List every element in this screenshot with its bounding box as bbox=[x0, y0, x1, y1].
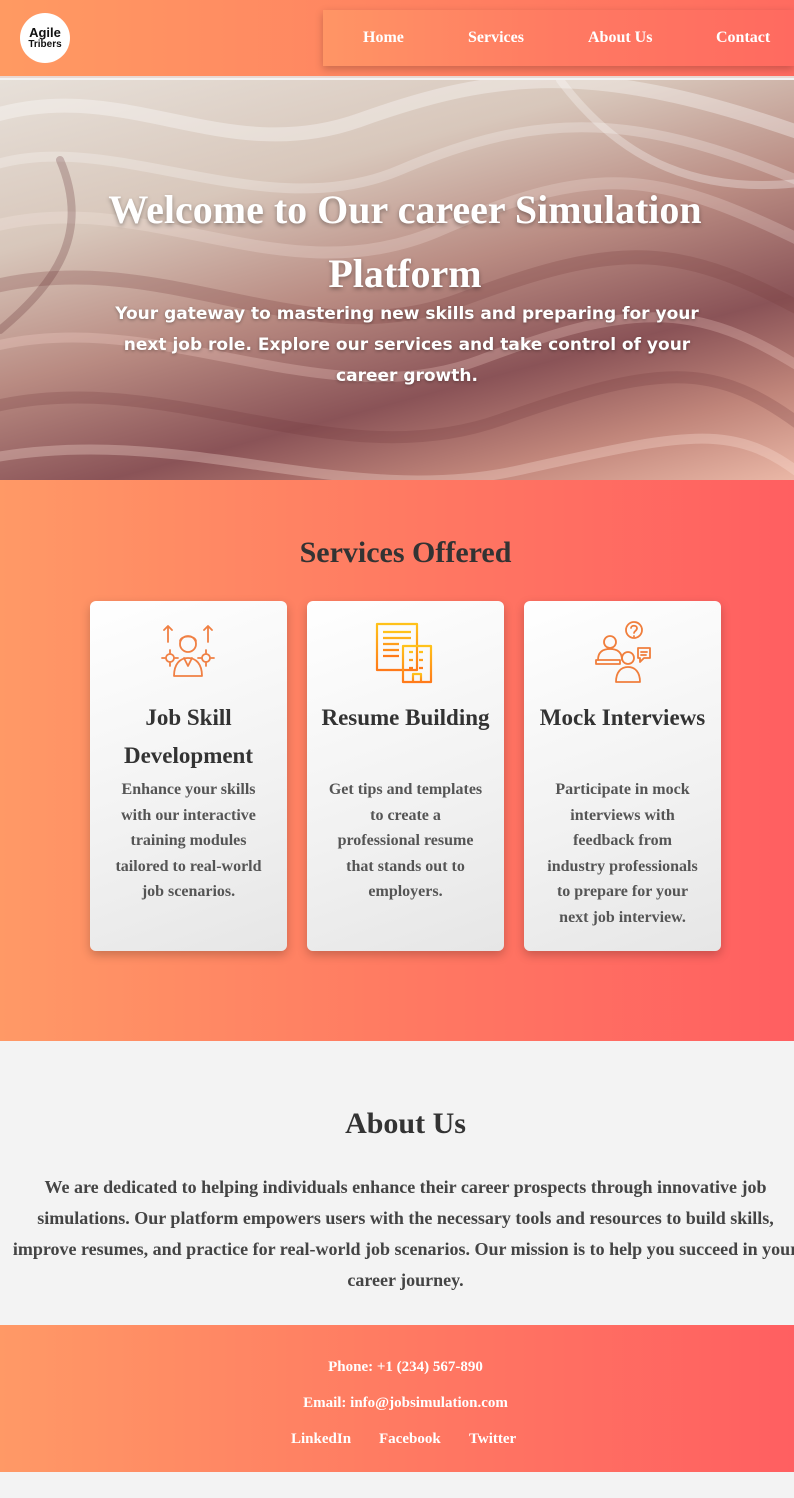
footer-link-linkedin[interactable]: LinkedIn bbox=[291, 1431, 351, 1448]
skills-icon bbox=[161, 625, 215, 677]
service-card-resume[interactable]: Resume Building Get tips and templates t… bbox=[307, 601, 504, 951]
nav-link-about-us[interactable]: About Us bbox=[588, 29, 652, 47]
site-footer: Phone: +1 (234) 567-890 Email: info@jobs… bbox=[0, 1325, 794, 1472]
services-section: Services Offered Job Skill Development E… bbox=[0, 480, 794, 1041]
service-card-description: Participate in mock interviews with feed… bbox=[547, 781, 698, 926]
nav-link-contact[interactable]: Contact bbox=[716, 29, 770, 47]
logo-text-line1: Agile bbox=[29, 25, 61, 40]
about-heading: About Us bbox=[345, 1107, 466, 1140]
hero-subtitle: Your gateway to mastering new skills and… bbox=[115, 304, 699, 386]
footer-phone: Phone: +1 (234) 567-890 bbox=[328, 1359, 483, 1375]
service-card-job-skill[interactable]: Job Skill Development Enhance your skill… bbox=[90, 601, 287, 951]
service-card-title: Resume Building bbox=[321, 705, 490, 730]
service-card-description: Get tips and templates to create a profe… bbox=[328, 781, 483, 901]
service-card-title: Job Skill Development bbox=[123, 705, 254, 768]
footer-link-facebook[interactable]: Facebook bbox=[379, 1431, 441, 1448]
footer-link-twitter[interactable]: Twitter bbox=[469, 1431, 516, 1448]
hero-title: Welcome to Our career Simulation Platfor… bbox=[108, 187, 702, 296]
nav-link-home[interactable]: Home bbox=[363, 29, 404, 47]
nav-link-services[interactable]: Services bbox=[468, 29, 524, 47]
hero-section: Welcome to Our career Simulation Platfor… bbox=[0, 80, 794, 480]
interview-icon bbox=[595, 621, 651, 683]
brand-logo[interactable]: Agile Tribers bbox=[20, 13, 70, 63]
service-card-title: Mock Interviews bbox=[539, 705, 706, 730]
main-nav: Home Services About Us Contact bbox=[323, 10, 794, 66]
footer-email: Email: info@jobsimulation.com bbox=[303, 1395, 508, 1411]
about-section: About Us We are dedicated to helping ind… bbox=[0, 1041, 794, 1325]
logo-text-line2: Tribers bbox=[28, 39, 62, 50]
services-heading: Services Offered bbox=[299, 536, 512, 569]
about-text: We are dedicated to helping individuals … bbox=[12, 1177, 794, 1290]
service-card-description: Enhance your skills with our interactive… bbox=[115, 781, 262, 901]
site-header: Agile Tribers Home Services About Us Con… bbox=[0, 0, 794, 78]
resume-building-icon bbox=[375, 622, 433, 684]
service-card-mock-interviews[interactable]: Mock Interviews Participate in mock inte… bbox=[524, 601, 721, 951]
